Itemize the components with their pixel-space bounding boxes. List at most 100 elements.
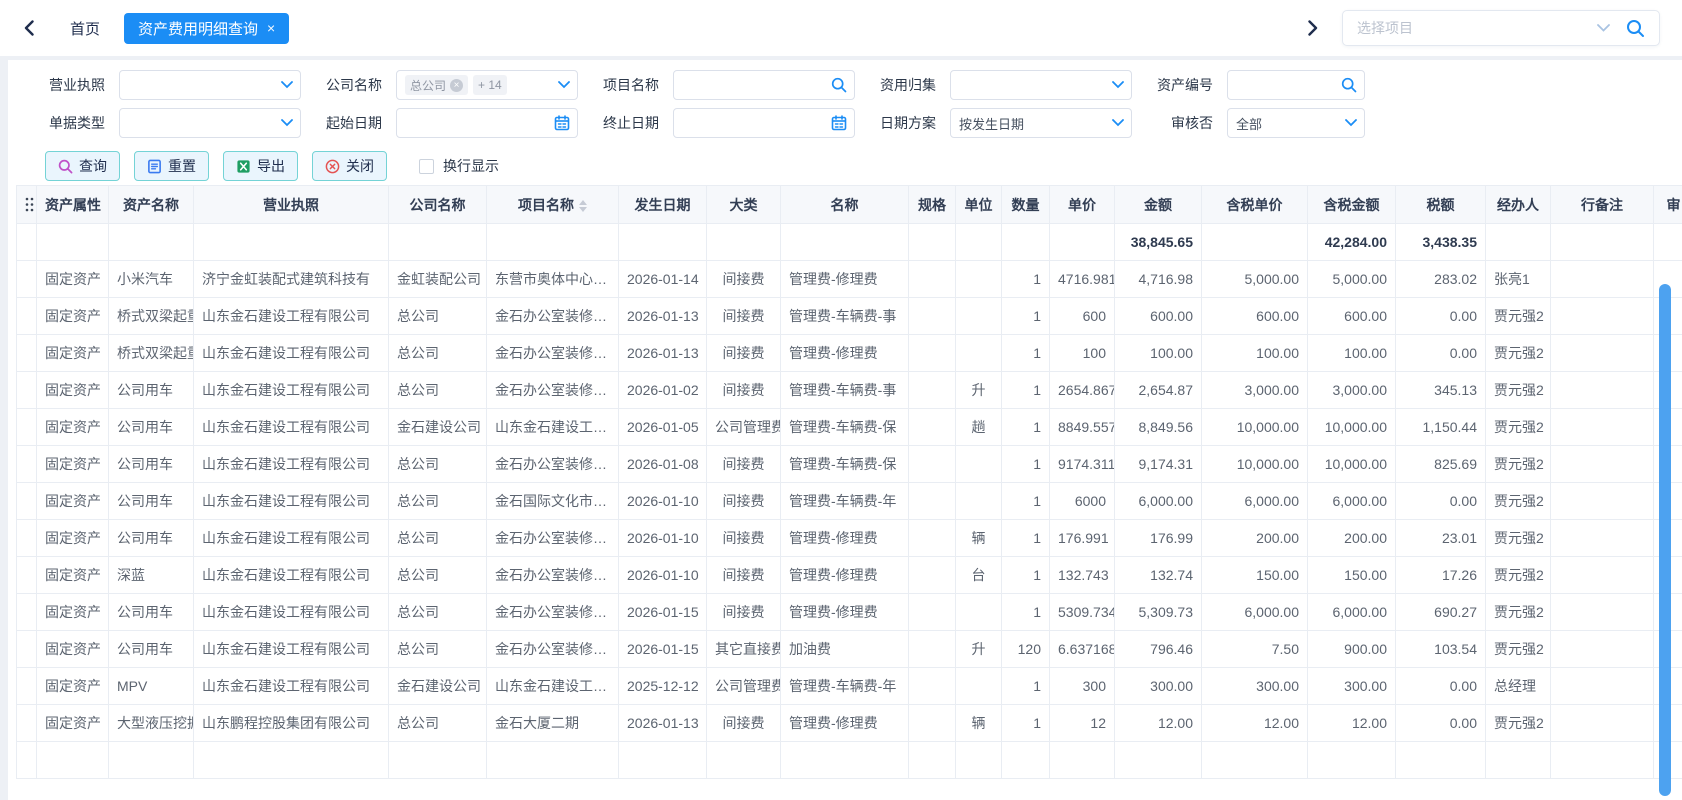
button-label: 重置	[168, 156, 196, 176]
table-row[interactable]: 固定资产公司用车山东金石建设工程有限公司金石建设公司山东金石建设工…2026-0…	[17, 409, 1682, 446]
column-header-handle[interactable]	[17, 186, 37, 224]
cell-spec	[909, 483, 956, 520]
close-button[interactable]: 关闭	[312, 151, 387, 181]
wrap-display-checkbox[interactable]	[419, 159, 434, 174]
column-header-tax: 税额	[1396, 186, 1486, 224]
cell-tax: 0.00	[1396, 483, 1486, 520]
cell-tax_amount: 42,284.00	[1308, 224, 1396, 261]
column-header-project[interactable]: 项目名称	[487, 186, 619, 224]
cell-license: 山东金石建设工程有限公司	[194, 409, 389, 446]
cell-note	[1551, 372, 1654, 409]
company-name-multiselect[interactable]: 总公司× + 14	[396, 70, 578, 100]
cell-attr: 固定资产	[37, 372, 109, 409]
column-header-label: 规格	[918, 197, 946, 213]
cell-unit: 台	[956, 557, 1002, 594]
project-select[interactable]: 选择项目	[1342, 10, 1660, 46]
cell-spec	[909, 742, 956, 779]
reset-button[interactable]: 重置	[134, 151, 209, 181]
table-row[interactable]: 固定资产MPV山东金石建设工程有限公司金石建设公司山东金石建设工…2025-12…	[17, 668, 1682, 705]
table-row[interactable]: 固定资产桥式双梁起重机山东金石建设工程有限公司总公司金石办公室装修…2026-0…	[17, 335, 1682, 372]
cell-tax_price: 5,000.00	[1202, 261, 1308, 298]
table-row[interactable]: 固定资产桥式双梁起重机山东金石建设工程有限公司总公司金石办公室装修…2026-0…	[17, 298, 1682, 335]
doc-type-select[interactable]	[119, 108, 301, 138]
cell-qty: 1	[1002, 705, 1050, 742]
table-row[interactable]: 固定资产公司用车山东金石建设工程有限公司总公司金石办公室装修…2026-01-1…	[17, 631, 1682, 668]
tab-active-asset-expense-query[interactable]: 资产费用明细查询 ×	[124, 13, 289, 44]
cell-tax_price: 6,000.00	[1202, 594, 1308, 631]
table-row[interactable]: 固定资产公司用车山东金石建设工程有限公司总公司金石办公室装修…2026-01-1…	[17, 594, 1682, 631]
cell-company: 总公司	[389, 594, 487, 631]
column-header-license: 营业执照	[194, 186, 389, 224]
table-row[interactable]: 固定资产小米汽车济宁金虹装配式建筑科技有金虹装配公司东营市奥体中心…2026-0…	[17, 261, 1682, 298]
cell-date: 2026-01-10	[619, 520, 707, 557]
cell-expense: 管理费-车辆费-事	[781, 372, 909, 409]
end-date-input[interactable]	[673, 108, 855, 138]
table-row[interactable]: 固定资产公司用车山东金石建设工程有限公司总公司金石办公室装修…2026-01-0…	[17, 446, 1682, 483]
chevron-down-icon	[281, 81, 293, 89]
column-header-label: 行备注	[1581, 197, 1623, 213]
cell-tax_amount: 600.00	[1308, 298, 1396, 335]
chevron-down-icon	[1112, 81, 1124, 89]
cell-price: 6.637168	[1050, 631, 1115, 668]
calendar-icon[interactable]	[831, 115, 847, 131]
cell-tax: 3,438.35	[1396, 224, 1486, 261]
project-search-icon[interactable]	[1626, 19, 1645, 38]
start-date-input[interactable]	[396, 108, 578, 138]
filter-expense-collection: 资用归集	[876, 70, 1132, 100]
cell-company: 总公司	[389, 372, 487, 409]
query-button[interactable]: 查询	[45, 151, 120, 181]
table-row[interactable]: 固定资产深蓝山东金石建设工程有限公司总公司金石办公室装修…2026-01-10间…	[17, 557, 1682, 594]
audit-status-select[interactable]: 全部	[1227, 108, 1365, 138]
table-row[interactable]: 固定资产公司用车山东金石建设工程有限公司总公司金石办公室装修…2026-01-1…	[17, 520, 1682, 557]
cell-amount: 132.74	[1115, 557, 1202, 594]
search-icon[interactable]	[1341, 77, 1357, 93]
cell-tax: 825.69	[1396, 446, 1486, 483]
cell-tax: 345.13	[1396, 372, 1486, 409]
expense-collection-select[interactable]	[950, 70, 1132, 100]
asset-number-input[interactable]	[1227, 70, 1365, 100]
date-scheme-select[interactable]: 按发生日期	[950, 108, 1132, 138]
filter-date-scheme: 日期方案 按发生日期	[876, 108, 1132, 138]
cell-attr: 固定资产	[37, 446, 109, 483]
selected-tag: 总公司×	[405, 75, 468, 95]
cell-price: 4716.981	[1050, 261, 1115, 298]
project-name-input[interactable]	[673, 70, 855, 100]
cell-amount: 796.46	[1115, 631, 1202, 668]
filter-end-date: 终止日期	[599, 108, 855, 138]
tag-remove-icon[interactable]: ×	[450, 79, 463, 92]
cell-attr: 固定资产	[37, 261, 109, 298]
cell-license	[194, 224, 389, 261]
search-icon[interactable]	[831, 77, 847, 93]
tab-home[interactable]: 首页	[60, 12, 110, 45]
table-row[interactable]: 固定资产公司用车山东金石建设工程有限公司总公司金石办公室装修…2026-01-0…	[17, 372, 1682, 409]
sort-icon[interactable]	[579, 200, 587, 212]
cell-category	[707, 742, 781, 779]
cell-amount: 8,849.56	[1115, 409, 1202, 446]
export-button[interactable]: 导出	[223, 151, 298, 181]
cell-handler: 贾元强2	[1486, 483, 1551, 520]
cell-amount: 4,716.98	[1115, 261, 1202, 298]
cell-price: 9174.311	[1050, 446, 1115, 483]
tabs-scroll-left-icon[interactable]	[16, 15, 42, 41]
cell-tax_amount: 12.00	[1308, 705, 1396, 742]
cell-tax_price: 7.50	[1202, 631, 1308, 668]
vertical-scrollbar-thumb[interactable]	[1659, 284, 1671, 796]
cell-price: 300	[1050, 668, 1115, 705]
cell-license: 山东金石建设工程有限公司	[194, 631, 389, 668]
cell-handle	[17, 224, 37, 261]
table-row[interactable]: 固定资产公司用车山东金石建设工程有限公司总公司金石国际文化市…2026-01-1…	[17, 483, 1682, 520]
column-header-label: 大类	[730, 197, 758, 213]
cell-name	[109, 224, 194, 261]
cell-expense: 管理费-修理费	[781, 594, 909, 631]
calendar-icon[interactable]	[554, 115, 570, 131]
cell-category: 其它直接费	[707, 631, 781, 668]
tabs-scroll-right-icon[interactable]	[1300, 15, 1326, 41]
business-license-select[interactable]	[119, 70, 301, 100]
table-row[interactable]: 固定资产大型液压挖掘机山东鹏程控股集团有限公司总公司金石大厦二期2026-01-…	[17, 705, 1682, 742]
cell-category: 间接费	[707, 335, 781, 372]
cell-company: 金虹装配公司	[389, 261, 487, 298]
cell-qty	[1002, 224, 1050, 261]
cell-project: 金石办公室装修…	[487, 557, 619, 594]
cell-price: 8849.557	[1050, 409, 1115, 446]
tab-close-icon[interactable]: ×	[267, 21, 275, 35]
